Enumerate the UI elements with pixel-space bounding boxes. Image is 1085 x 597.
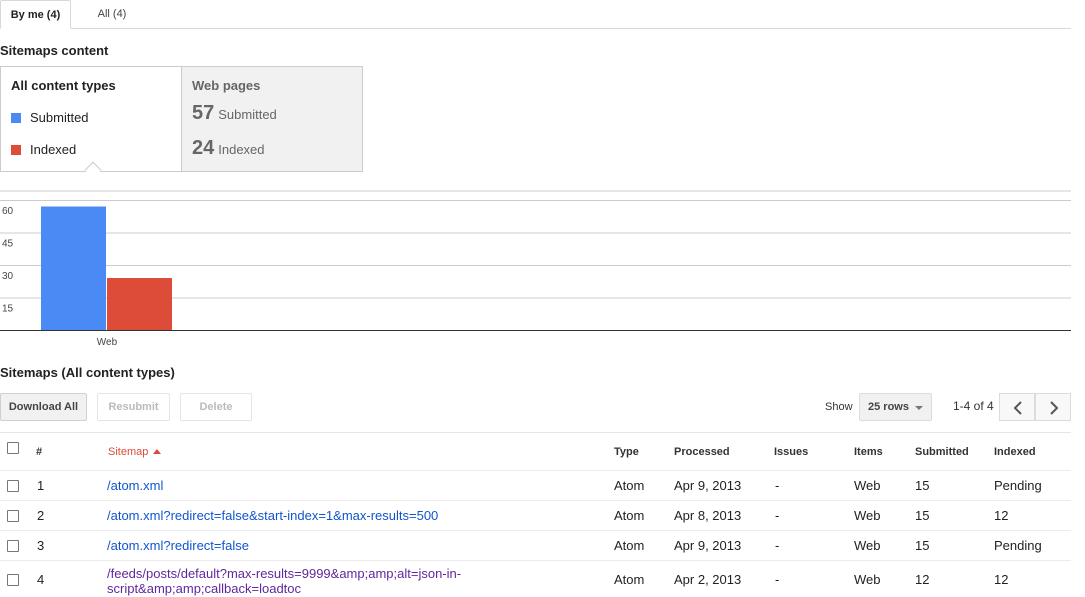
sitemaps-table: # Sitemap Type Processed Issues Items Su…	[0, 432, 1071, 596]
sitemaps-table-title: Sitemaps (All content types)	[0, 365, 175, 380]
col-header-sitemap-label: Sitemap	[108, 446, 149, 458]
bar-indexed	[107, 278, 172, 330]
chevron-right-icon	[1050, 401, 1059, 415]
row-number: 3	[37, 538, 45, 553]
pager-range: 1-4 of 4	[953, 399, 994, 413]
sitemap-bar-chart: 15 30 45 60 Web	[0, 190, 1071, 348]
row-processed: Apr 8, 2013	[674, 508, 742, 523]
web-indexed-stat: 24 Indexed	[192, 137, 265, 160]
row-indexed: Pending	[994, 538, 1042, 553]
indexed-swatch	[11, 145, 21, 155]
show-label: Show	[825, 401, 853, 413]
resubmit-button[interactable]: Resubmit	[97, 393, 170, 421]
tab-by-me[interactable]: By me (4)	[0, 0, 71, 29]
sitemap-link[interactable]: /atom.xml?redirect=false&start-index=1&m…	[107, 508, 438, 523]
row-number: 4	[37, 572, 45, 587]
rows-per-page-value: 25 rows	[868, 401, 909, 413]
web-indexed-value: 24	[192, 137, 215, 159]
legend-submitted-label: Submitted	[30, 110, 89, 125]
row-submitted: 15	[915, 508, 930, 523]
row-checkbox[interactable]	[7, 510, 19, 522]
row-submitted: 12	[915, 572, 930, 587]
row-type: Atom	[614, 508, 645, 523]
y-tick-label: 30	[2, 271, 14, 282]
col-header-sitemap[interactable]: Sitemap	[108, 446, 162, 458]
row-processed: Apr 9, 2013	[674, 478, 742, 493]
row-type: Atom	[614, 572, 645, 587]
legend-submitted: Submitted	[11, 110, 89, 125]
row-items: Web	[854, 478, 881, 493]
row-type: Atom	[614, 478, 645, 493]
row-items: Web	[854, 538, 881, 553]
row-indexed: Pending	[994, 478, 1042, 493]
table-row: 3/atom.xml?redirect=false Atom Apr 9, 2013…	[0, 531, 1071, 561]
legend-indexed-label: Indexed	[30, 142, 77, 157]
y-tick-label: 60	[2, 206, 14, 217]
tab-all[interactable]: All (4)	[78, 0, 146, 29]
web-submitted-label: Submitted	[218, 107, 277, 122]
web-submitted-value: 57	[192, 102, 215, 124]
sitemaps-content-title: Sitemaps content	[0, 43, 109, 58]
content-type-selector: All content types Submitted Indexed Web …	[0, 66, 363, 179]
row-issues: -	[775, 538, 780, 553]
tab-bar: By me (4) All (4)	[0, 0, 1071, 29]
web-submitted-stat: 57 Submitted	[192, 102, 277, 125]
all-content-types-header: All content types	[11, 78, 116, 93]
delete-button[interactable]: Delete	[180, 393, 252, 421]
bar-submitted	[41, 206, 106, 330]
sitemap-link[interactable]: /atom.xml	[107, 478, 163, 493]
y-tick-label: 15	[2, 304, 14, 315]
x-tick-label: Web	[97, 337, 118, 348]
web-pages-header: Web pages	[192, 78, 261, 93]
sitemap-link-text: /atom.xml?redirect=false&start-index=1&m…	[107, 508, 439, 523]
col-header-items[interactable]: Items	[854, 446, 883, 458]
select-all-checkbox[interactable]	[7, 442, 19, 454]
sitemap-link-text-continued: script&amp;amp;callback=loadtoc	[107, 581, 302, 596]
row-indexed: 12	[994, 572, 1009, 587]
submitted-swatch	[11, 113, 21, 123]
col-header-processed[interactable]: Processed	[674, 446, 730, 458]
col-header-issues[interactable]: Issues	[774, 446, 808, 458]
row-checkbox[interactable]	[7, 480, 19, 492]
dropdown-caret-icon	[915, 406, 923, 410]
row-processed: Apr 9, 2013	[674, 538, 742, 553]
table-row: 1/atom.xml Atom Apr 9, 2013 - Web 15 Pending	[0, 471, 1071, 501]
sitemap-link-text: /atom.xml	[107, 478, 164, 493]
row-items: Web	[854, 508, 881, 523]
row-type: Atom	[614, 538, 645, 553]
sitemap-link[interactable]: /atom.xml?redirect=false	[107, 538, 249, 553]
sitemap-link-text: /atom.xml?redirect=false	[107, 538, 249, 553]
row-processed: Apr 2, 2013	[674, 572, 742, 587]
web-indexed-label: Indexed	[218, 142, 265, 157]
col-header-type[interactable]: Type	[614, 446, 639, 458]
sort-ascending-icon	[153, 449, 162, 454]
row-submitted: 15	[915, 478, 930, 493]
all-content-types-panel[interactable]: All content types Submitted Indexed	[1, 67, 182, 171]
row-issues: -	[775, 508, 780, 523]
download-all-button[interactable]: Download All	[0, 393, 87, 421]
row-issues: -	[775, 572, 780, 587]
rows-per-page-select[interactable]: 25 rows	[859, 393, 932, 421]
sitemap-link[interactable]: /feeds/posts/default?max-results=9999&am…	[107, 566, 461, 596]
row-number: 1	[37, 478, 45, 493]
row-number: 2	[37, 508, 45, 523]
row-issues: -	[775, 478, 780, 493]
col-header-indexed[interactable]: Indexed	[994, 446, 1036, 458]
row-checkbox[interactable]	[7, 574, 19, 586]
row-indexed: 12	[994, 508, 1009, 523]
row-checkbox[interactable]	[7, 540, 19, 552]
col-header-submitted[interactable]: Submitted	[915, 446, 969, 458]
col-header-number: #	[36, 446, 43, 458]
y-tick-label: 45	[2, 239, 14, 250]
table-header-row: # Sitemap Type Processed Issues Items Su…	[0, 433, 1071, 471]
legend-indexed: Indexed	[11, 142, 76, 157]
next-page-button[interactable]	[1035, 393, 1071, 421]
table-row: 4/feeds/posts/default?max-results=9999&a…	[0, 561, 1071, 597]
sitemap-link-text: /feeds/posts/default?max-results=9999&am…	[107, 566, 462, 581]
row-submitted: 15	[915, 538, 930, 553]
chevron-left-icon	[1013, 401, 1022, 415]
row-items: Web	[854, 572, 881, 587]
prev-page-button[interactable]	[999, 393, 1035, 421]
table-row: 2/atom.xml?redirect=false&start-index=1&…	[0, 501, 1071, 531]
